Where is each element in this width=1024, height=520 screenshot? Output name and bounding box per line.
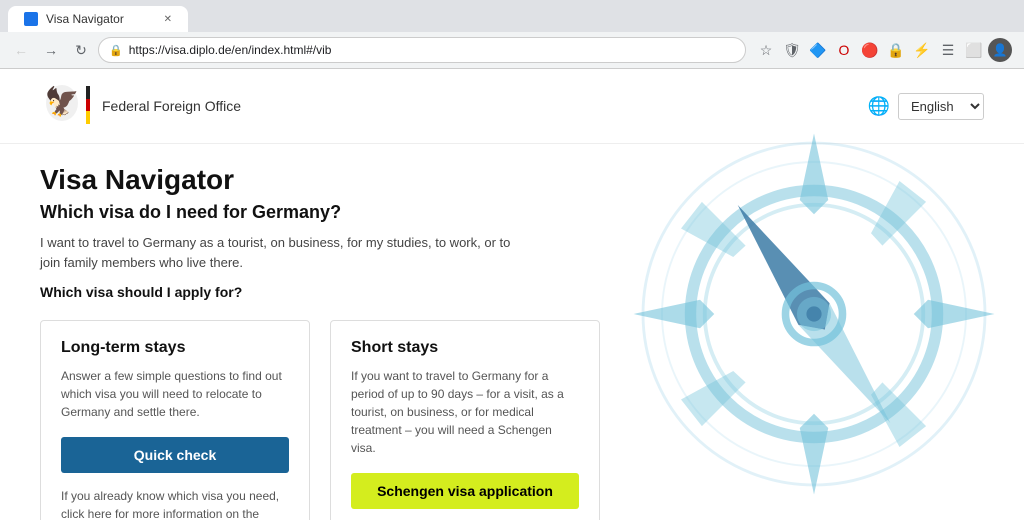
url-text: https://visa.diplo.de/en/index.html#/vib: [129, 43, 332, 57]
tab-close-button[interactable]: ✕: [164, 14, 172, 25]
long-term-card: Long-term stays Answer a few simple ques…: [40, 320, 310, 520]
page-content: 🦅 Federal Foreign Office 🌐 English Deuts…: [0, 69, 1024, 520]
profile-icon[interactable]: 👤: [988, 38, 1012, 62]
browser-tabs: Visa Navigator ✕: [0, 0, 1024, 32]
globe-icon: 🌐: [868, 96, 890, 117]
page-subtitle: Which visa do I need for Germany?: [40, 202, 984, 223]
language-selector[interactable]: 🌐 English Deutsch: [868, 93, 984, 120]
long-term-footer: If you already know which visa you need,…: [61, 487, 289, 520]
extensions-icon[interactable]: ⚡: [910, 38, 934, 62]
adblock-icon[interactable]: 🔴: [858, 38, 882, 62]
shield-icon[interactable]: 🛡: [780, 38, 804, 62]
quick-check-button[interactable]: Quick check: [61, 437, 289, 473]
org-name: Federal Foreign Office: [102, 98, 241, 114]
tab-favicon: [24, 12, 38, 26]
svg-text:🦅: 🦅: [45, 84, 80, 118]
active-tab[interactable]: Visa Navigator ✕: [8, 6, 188, 32]
reload-button[interactable]: ↻: [68, 37, 94, 63]
schengen-application-button[interactable]: Schengen visa application: [351, 473, 579, 509]
vpn-icon[interactable]: 🔷: [806, 38, 830, 62]
main-content: Visa Navigator Which visa do I need for …: [0, 144, 1024, 520]
page-title: Visa Navigator: [40, 164, 984, 196]
long-term-desc: Answer a few simple questions to find ou…: [61, 367, 289, 421]
short-stays-title: Short stays: [351, 339, 579, 357]
menu-icon[interactable]: ☰: [936, 38, 960, 62]
logo-area: 🦅 Federal Foreign Office: [40, 81, 241, 131]
browser-actions: ☆ 🛡 🔷 O 🔴 🔒 ⚡ ☰ ⬜ 👤: [750, 38, 1016, 62]
eagle-logo: 🦅: [40, 81, 90, 131]
window-icon[interactable]: ⬜: [962, 38, 986, 62]
cards-row: Long-term stays Answer a few simple ques…: [40, 320, 984, 520]
tab-title: Visa Navigator: [46, 12, 124, 26]
flag-stripe: [86, 86, 90, 124]
browser-chrome: Visa Navigator ✕ ← → ↻ 🔒 https://visa.di…: [0, 0, 1024, 69]
short-stays-card: Short stays If you want to travel to Ger…: [330, 320, 600, 520]
eagle-svg: 🦅: [40, 81, 85, 131]
bookmark-icon[interactable]: ☆: [754, 38, 778, 62]
opera-icon[interactable]: O: [832, 38, 856, 62]
site-header: 🦅 Federal Foreign Office 🌐 English Deuts…: [0, 69, 1024, 144]
back-button[interactable]: ←: [8, 37, 34, 63]
address-bar[interactable]: 🔒 https://visa.diplo.de/en/index.html#/v…: [98, 37, 746, 63]
question-text: Which visa should I apply for?: [40, 284, 984, 300]
forward-button[interactable]: →: [38, 37, 64, 63]
page-description: I want to travel to Germany as a tourist…: [40, 233, 520, 272]
short-stays-desc: If you want to travel to Germany for a p…: [351, 367, 579, 457]
browser-nav: ← → ↻ 🔒 https://visa.diplo.de/en/index.h…: [0, 32, 1024, 68]
long-term-title: Long-term stays: [61, 339, 289, 357]
language-dropdown[interactable]: English Deutsch: [898, 93, 984, 120]
security-icon[interactable]: 🔒: [884, 38, 908, 62]
lock-icon: 🔒: [109, 44, 123, 57]
